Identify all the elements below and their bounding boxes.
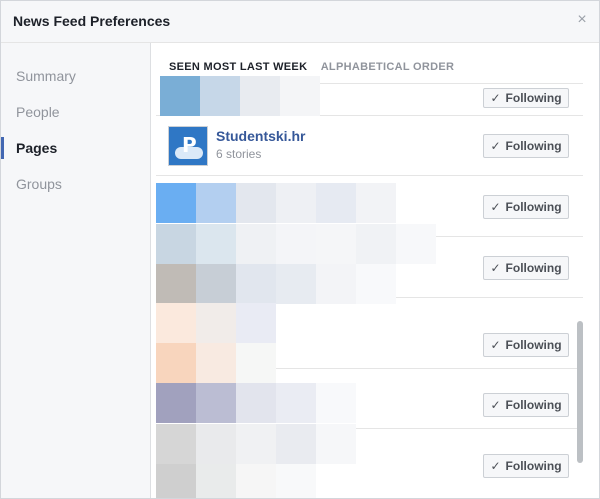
checkmark-icon: ✓ <box>490 139 501 153</box>
sidebar-item-people[interactable]: People <box>1 99 151 125</box>
list-item: ✓ Following <box>156 56 583 116</box>
following-button[interactable]: ✓ Following <box>483 134 569 158</box>
following-label: Following <box>505 91 562 105</box>
blurred-page-thumbnail <box>156 424 476 498</box>
checkmark-icon: ✓ <box>490 261 501 275</box>
sidebar-item-summary[interactable]: Summary <box>1 63 151 89</box>
close-icon[interactable]: × <box>575 11 589 28</box>
checkmark-icon: ✓ <box>490 459 501 473</box>
studentski-logo-icon: P <box>168 126 208 166</box>
following-button[interactable]: ✓ Following <box>483 333 569 357</box>
checkmark-icon: ✓ <box>490 398 501 412</box>
sidebar-item-groups[interactable]: Groups <box>1 171 151 197</box>
checkmark-icon: ✓ <box>490 91 501 105</box>
blurred-page-thumbnail <box>156 56 476 116</box>
news-feed-preferences-dialog: News Feed Preferences × Summary People P… <box>0 0 600 499</box>
blurred-page-thumbnail <box>156 369 476 428</box>
following-label: Following <box>505 459 562 473</box>
blurred-page-thumbnail <box>156 299 476 383</box>
list-item: P Studentski.hr 6 stories ✓ Following <box>156 116 583 176</box>
following-label: Following <box>505 398 562 412</box>
list-item: ✓ Following <box>156 224 583 304</box>
dialog-titlebar: News Feed Preferences × <box>1 1 599 43</box>
page-story-count: 6 stories <box>216 147 262 161</box>
sidebar-item-pages[interactable]: Pages <box>1 135 151 161</box>
following-label: Following <box>505 139 562 153</box>
following-button[interactable]: ✓ Following <box>483 195 569 219</box>
page-name-link[interactable]: Studentski.hr <box>216 128 305 144</box>
following-label: Following <box>505 200 562 214</box>
checkmark-icon: ✓ <box>490 338 501 352</box>
logo-letter: P <box>182 133 197 157</box>
following-button[interactable]: ✓ Following <box>483 88 569 108</box>
dialog-title: News Feed Preferences <box>13 13 171 29</box>
list-item: ✓ Following <box>156 424 583 498</box>
checkmark-icon: ✓ <box>490 200 501 214</box>
pages-list-panel: SEEN MOST LAST WEEK ALPHABETICAL ORDER ✓… <box>152 43 599 498</box>
following-label: Following <box>505 261 562 275</box>
preferences-sidebar: Summary People Pages Groups <box>1 43 151 498</box>
list-item: ✓ Following <box>156 369 583 429</box>
list-item: ✓ Following <box>156 299 583 383</box>
following-label: Following <box>505 338 562 352</box>
blurred-page-thumbnail <box>156 224 476 304</box>
following-button[interactable]: ✓ Following <box>483 393 569 417</box>
following-button[interactable]: ✓ Following <box>483 454 569 478</box>
vertical-scrollbar[interactable] <box>577 321 583 463</box>
following-button[interactable]: ✓ Following <box>483 256 569 280</box>
